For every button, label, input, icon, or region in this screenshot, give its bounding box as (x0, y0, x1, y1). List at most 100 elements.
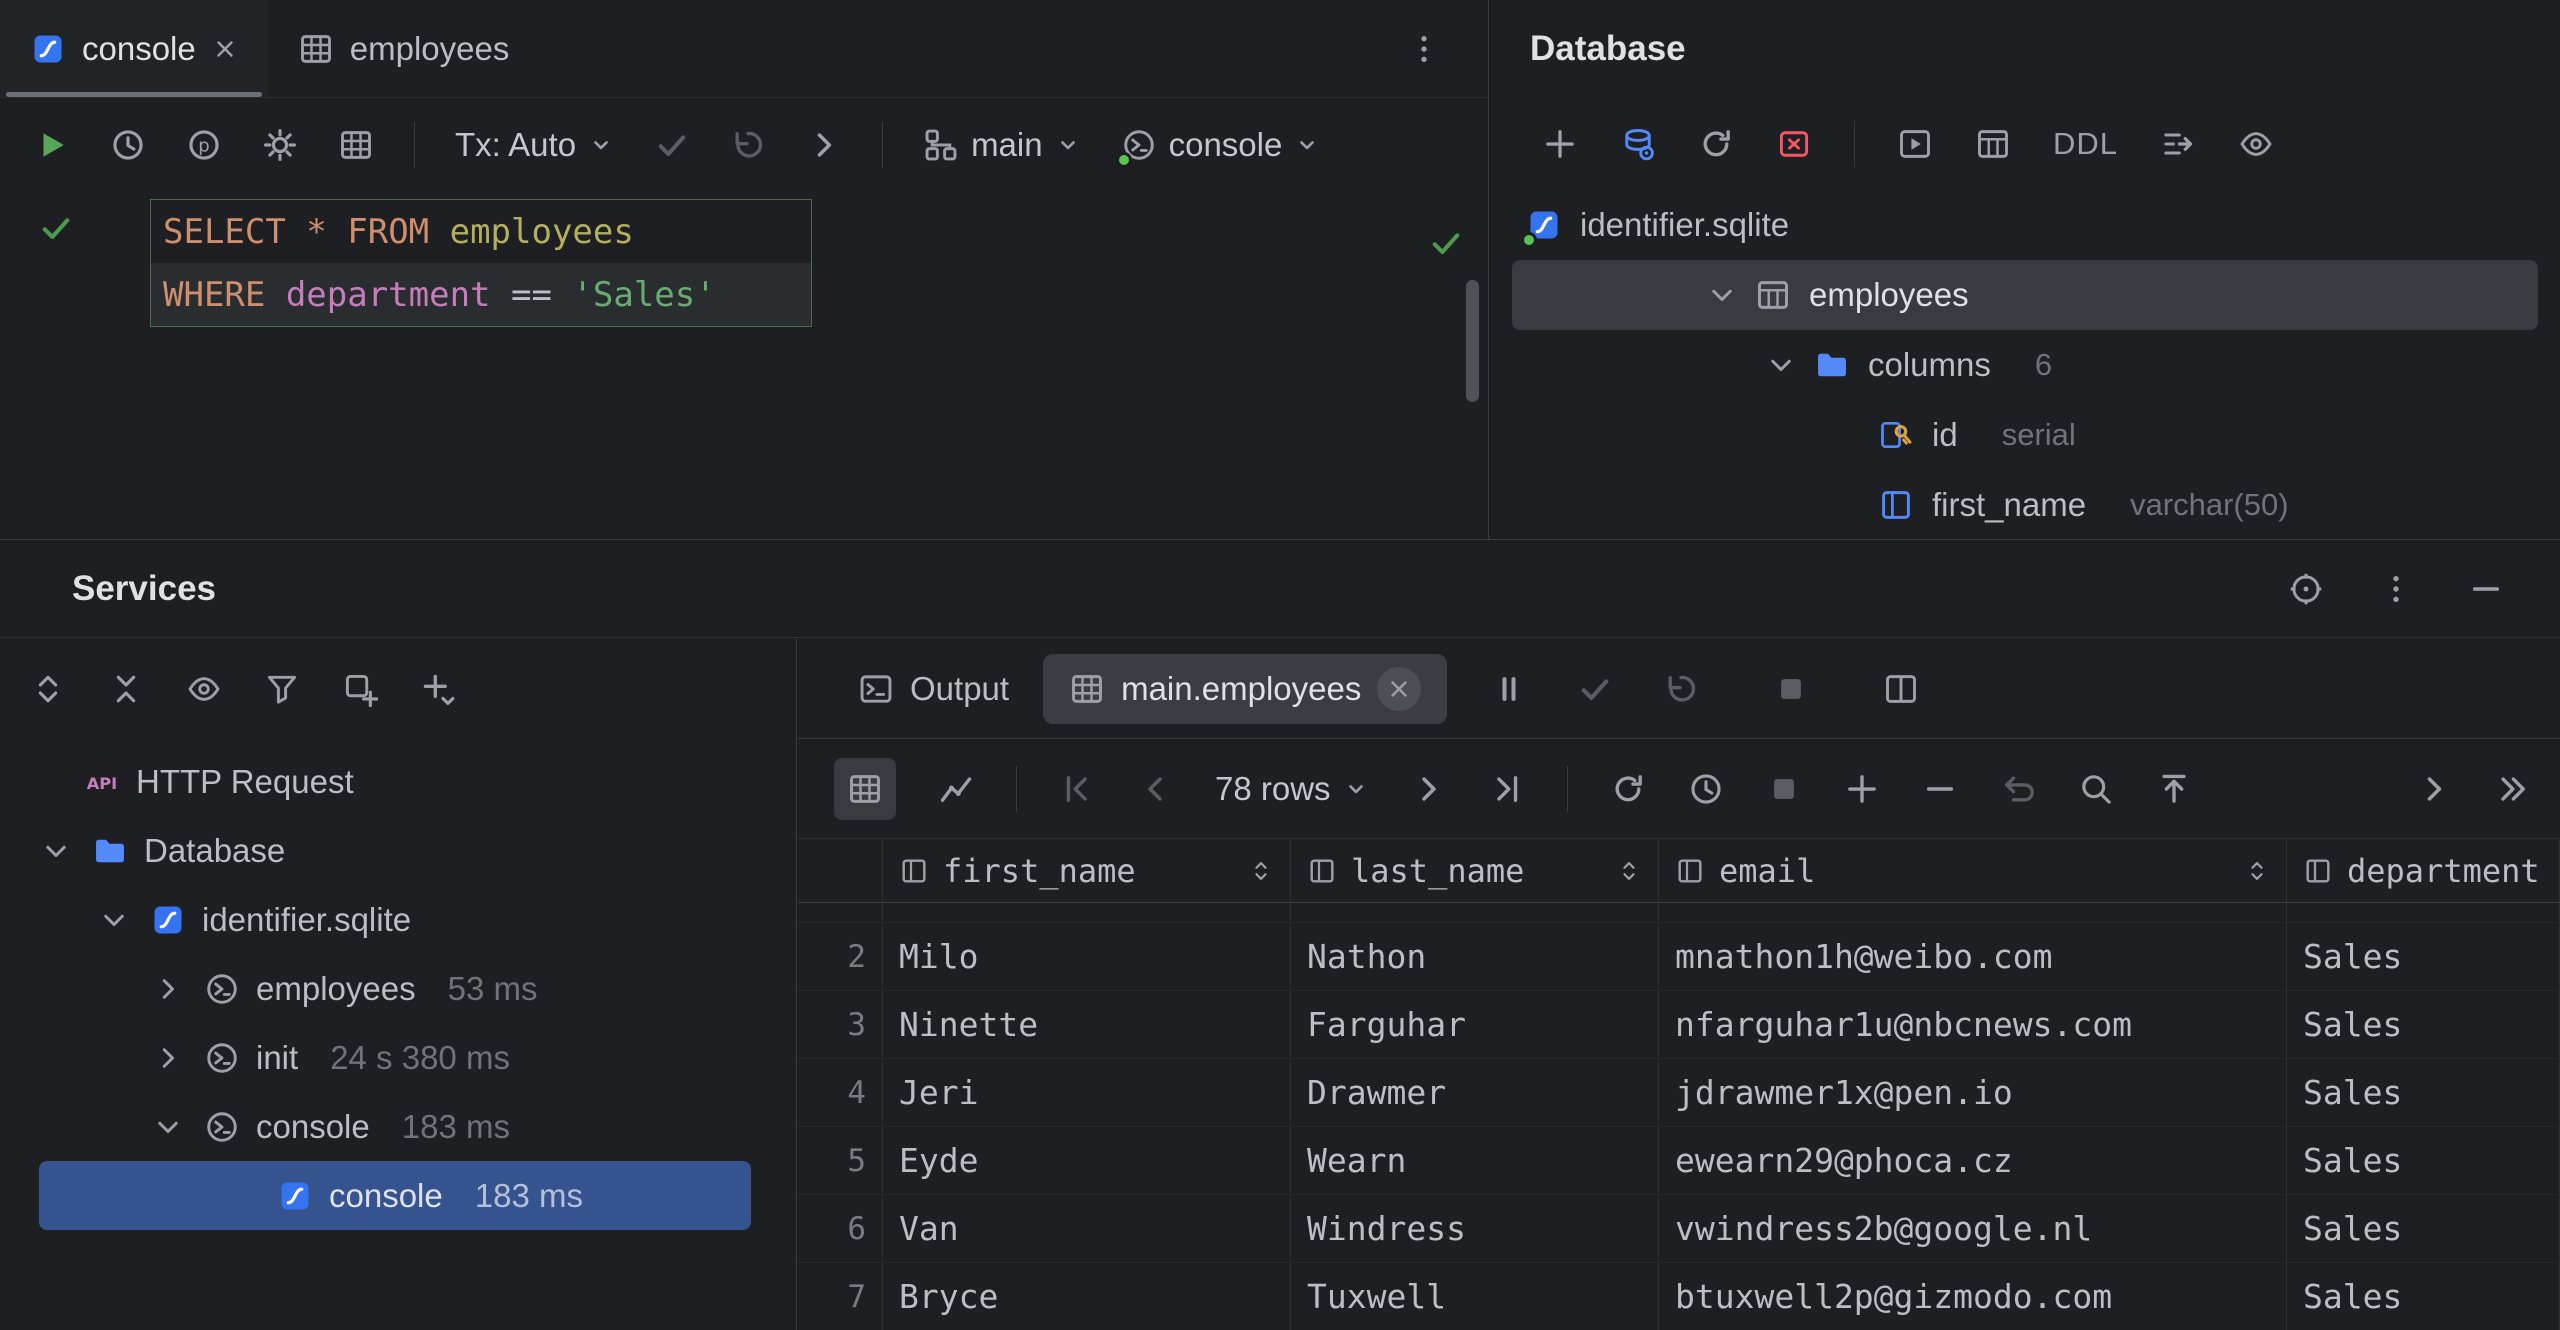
tree-item-column-id[interactable]: id serial (1490, 400, 2560, 470)
next-page-icon[interactable] (1411, 771, 1447, 807)
page-size-dropdown[interactable]: 78 rows (1215, 770, 1369, 808)
add-tab-icon[interactable] (342, 671, 378, 707)
revert-icon[interactable] (2000, 771, 2036, 807)
session-dropdown[interactable]: console (1121, 126, 1321, 164)
row-number[interactable]: 2 (798, 923, 883, 990)
target-icon[interactable] (2288, 571, 2324, 607)
cell-email[interactable]: ewearn29@phoca.cz (1659, 1127, 2287, 1194)
scroll-end-icon[interactable] (2494, 771, 2530, 807)
history-icon[interactable] (110, 127, 146, 163)
grid-view-button[interactable] (834, 758, 896, 820)
cell-email[interactable]: mnathon1h@weibo.com (1659, 923, 2287, 990)
disconnect-icon[interactable] (1776, 126, 1812, 162)
editor-scrollbar[interactable] (1466, 280, 1479, 402)
cell-department[interactable]: Sales (2287, 991, 2560, 1058)
filter-icon[interactable] (264, 671, 300, 707)
run-icon[interactable] (34, 127, 70, 163)
column-header-first-name[interactable]: first_name (883, 839, 1291, 902)
cell-first-name[interactable]: Milo (883, 923, 1291, 990)
sort-icon[interactable] (2244, 858, 2270, 884)
previous-page-icon[interactable] (1137, 771, 1173, 807)
explain-plan-icon[interactable] (186, 127, 222, 163)
table-row[interactable]: 4 Jeri Drawmer jdrawmer1x@pen.io Sales (798, 1059, 2560, 1127)
stop-icon[interactable] (1773, 671, 1809, 707)
row-number[interactable]: 6 (798, 1195, 883, 1262)
cell-first-name[interactable]: Bryce (883, 1263, 1291, 1330)
open-table-icon[interactable] (1975, 126, 2011, 162)
tree-item-column-first-name[interactable]: first_name varchar(50) (1490, 470, 2560, 539)
first-page-icon[interactable] (1059, 771, 1095, 807)
chevron-down-icon[interactable] (41, 836, 71, 866)
table-row[interactable]: 7 Bryce Tuxwell btuxwell2p@gizmodo.com S… (798, 1263, 2560, 1330)
cell-department[interactable]: Sales (2287, 1195, 2560, 1262)
tree-item-columns[interactable]: columns 6 (1490, 330, 2560, 400)
service-item-employees[interactable]: employees 53 ms (0, 954, 796, 1023)
cell-department[interactable]: Sales (2287, 1059, 2560, 1126)
chevron-down-icon[interactable] (1766, 350, 1796, 380)
schema-dropdown[interactable]: main (923, 126, 1081, 164)
close-tab-button[interactable] (1377, 667, 1421, 711)
row-number-header[interactable] (798, 839, 883, 902)
data-source-properties-icon[interactable] (1620, 126, 1656, 162)
column-header-last-name[interactable]: last_name (1291, 839, 1659, 902)
pause-icon[interactable] (1491, 671, 1527, 707)
cell-first-name[interactable]: Eyde (883, 1127, 1291, 1194)
table-row[interactable]: 5 Eyde Wearn ewearn29@phoca.cz Sales (798, 1127, 2560, 1195)
cell-email[interactable]: nfarguhar1u@nbcnews.com (1659, 991, 2287, 1058)
table-row[interactable]: 2 Milo Nathon mnathon1h@weibo.com Sales (798, 923, 2560, 991)
service-item-console[interactable]: console 183 ms (0, 1092, 796, 1161)
ddl-button[interactable]: DDL (2053, 126, 2118, 162)
cell-department[interactable]: Sales (2287, 1263, 2560, 1330)
chevron-down-icon[interactable] (153, 1112, 183, 1142)
service-item-http-request[interactable]: HTTP Request (0, 747, 796, 816)
cell-last-name[interactable]: Windress (1291, 1195, 1659, 1262)
cell-email[interactable]: jdrawmer1x@pen.io (1659, 1059, 2287, 1126)
add-service-icon[interactable] (420, 671, 456, 707)
more-options-icon[interactable] (1406, 31, 1442, 67)
code-line-1[interactable]: SELECT * FROM employees (151, 200, 811, 263)
executed-statement-block[interactable]: SELECT * FROM employees WHERE department… (150, 199, 812, 327)
chevron-right-icon[interactable] (153, 974, 183, 1004)
tree-item-datasource[interactable]: identifier.sqlite (1490, 190, 2560, 260)
sort-icon[interactable] (1248, 858, 1274, 884)
cell-department[interactable]: Sales (2287, 1127, 2560, 1194)
commit-icon[interactable] (654, 127, 690, 163)
expand-all-icon[interactable] (30, 671, 66, 707)
code-line-2[interactable]: WHERE department == 'Sales' (151, 263, 811, 326)
cell-first-name[interactable]: Jeri (883, 1059, 1291, 1126)
hide-panel-icon[interactable] (2468, 571, 2504, 607)
execute-next-icon[interactable] (806, 127, 842, 163)
data-view-icon[interactable] (338, 127, 374, 163)
cell-last-name[interactable]: Farguhar (1291, 991, 1659, 1058)
cell-first-name[interactable]: Van (883, 1195, 1291, 1262)
collapse-all-icon[interactable] (108, 671, 144, 707)
last-page-icon[interactable] (1489, 771, 1525, 807)
rollback-icon[interactable] (730, 127, 766, 163)
tab-console[interactable]: console (0, 0, 268, 97)
stop-icon[interactable] (1766, 771, 1802, 807)
execution-time-icon[interactable] (1688, 771, 1724, 807)
reload-icon[interactable] (1610, 771, 1646, 807)
settings-gear-icon[interactable] (262, 127, 298, 163)
column-header-department[interactable]: department (2287, 839, 2560, 902)
delete-row-icon[interactable] (1922, 771, 1958, 807)
cell-last-name[interactable]: Nathon (1291, 923, 1659, 990)
cell-last-name[interactable]: Wearn (1291, 1127, 1659, 1194)
tab-main-employees[interactable]: main.employees (1043, 654, 1447, 724)
chart-view-icon[interactable] (938, 771, 974, 807)
add-data-source-icon[interactable] (1542, 126, 1578, 162)
jump-to-console-icon[interactable] (2160, 126, 2196, 162)
preview-icon[interactable] (2238, 126, 2274, 162)
scroll-right-icon[interactable] (2416, 771, 2452, 807)
cell-email[interactable]: btuxwell2p@gizmodo.com (1659, 1263, 2287, 1330)
refresh-icon[interactable] (1698, 126, 1734, 162)
sql-editor[interactable]: SELECT * FROM employees WHERE department… (0, 192, 1488, 538)
add-row-icon[interactable] (1844, 771, 1880, 807)
service-item-datasource[interactable]: identifier.sqlite (0, 885, 796, 954)
chevron-right-icon[interactable] (153, 1043, 183, 1073)
tab-output[interactable]: Output (824, 670, 1043, 708)
cell-email[interactable]: vwindress2b@google.nl (1659, 1195, 2287, 1262)
service-item-init[interactable]: init 24 s 380 ms (0, 1023, 796, 1092)
split-layout-icon[interactable] (1883, 671, 1919, 707)
tx-mode-dropdown[interactable]: Tx: Auto (455, 126, 614, 164)
